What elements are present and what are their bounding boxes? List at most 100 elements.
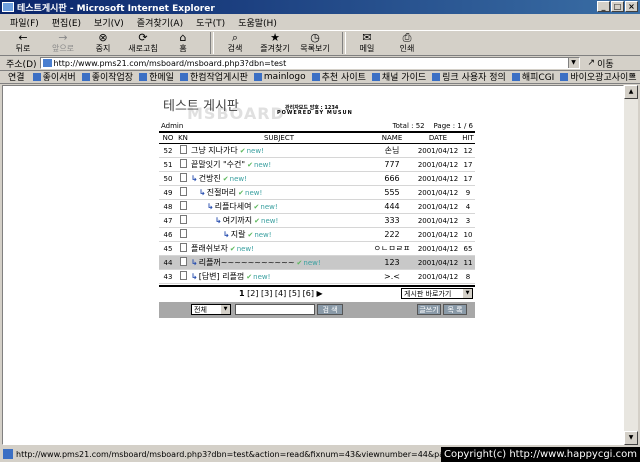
new-badge: ✔new! — [238, 188, 263, 197]
post-author[interactable]: 222 — [369, 230, 415, 239]
post-title[interactable]: 진절머리 — [207, 187, 236, 198]
post-author[interactable]: 123 — [369, 258, 415, 267]
link-page-icon — [560, 72, 569, 81]
menu-tools[interactable]: 도구(T) — [196, 16, 225, 29]
link-item[interactable]: 한컴작업게시판 — [179, 70, 248, 83]
table-row[interactable]: 43 ↳ [답변] 리플껌 ✔new! >.< 2001/04/12 8 — [159, 270, 475, 284]
menu-view[interactable]: 보기(V) — [94, 16, 124, 29]
post-subject[interactable]: 그냥 지나가다 ✔new! — [189, 145, 369, 156]
link-item[interactable]: 한메일 — [139, 70, 174, 83]
post-date: 2001/04/12 — [417, 230, 459, 239]
write-button[interactable]: 글쓰기 — [417, 304, 441, 315]
post-subject[interactable]: 끝말잇기 "수건" ✔new! — [189, 159, 369, 170]
link-item[interactable]: 좋이작업장 — [81, 70, 133, 83]
table-row[interactable]: 52 그냥 지나가다 ✔new! 손님 2001/04/12 12 — [159, 144, 475, 158]
post-author[interactable]: 777 — [369, 160, 415, 169]
address-value[interactable]: http://www.pms21.com/msboard/msboard.php… — [54, 59, 568, 68]
menu-edit[interactable]: 편집(E) — [52, 16, 81, 29]
post-subject[interactable]: ↳ 여기까지 ✔new! — [189, 215, 369, 226]
link-item[interactable]: 좋이서버 — [32, 70, 76, 83]
table-row[interactable]: 47 ↳ 여기까지 ✔new! 333 2001/04/12 3 — [159, 214, 475, 228]
table-row[interactable]: 48 ↳ 리플다세여 ✔new! 444 2001/04/12 4 — [159, 200, 475, 214]
table-row[interactable]: 51 끝말잇기 "수건" ✔new! 777 2001/04/12 17 — [159, 158, 475, 172]
post-author[interactable]: 333 — [369, 216, 415, 225]
post-author[interactable]: 666 — [369, 174, 415, 183]
link-page-icon — [32, 72, 41, 81]
link-item[interactable]: 해피CGI — [511, 70, 554, 83]
post-date: 2001/04/12 — [417, 188, 459, 197]
link-item[interactable]: 추천 사이트 — [311, 70, 366, 83]
post-title[interactable]: 그냥 지나가다 — [191, 145, 238, 156]
go-button[interactable]: ↗ 이동 — [588, 57, 614, 70]
vertical-scrollbar[interactable]: ▲ ▼ — [624, 85, 638, 445]
post-author[interactable]: 손님 — [369, 145, 415, 156]
search-field-select[interactable]: 전체 ▼ — [191, 304, 231, 315]
link-item[interactable]: 링크 사용자 정의 — [432, 70, 506, 83]
post-title[interactable]: 플래쉬보자 — [191, 243, 228, 254]
page-links[interactable]: [2] [3] [4] [5] [6] — [247, 289, 314, 298]
list-button[interactable]: 목 록 — [443, 304, 467, 315]
copyright-banner: Copyright(c) http://www.happycgi.com — [440, 447, 640, 462]
total-count: Total : 52 Page : 1 / 6 — [392, 122, 473, 130]
new-icon: ✔ — [296, 258, 303, 267]
post-title[interactable]: [답변] 리플껌 — [199, 271, 245, 282]
search-submit-button[interactable]: 검 색 — [317, 304, 343, 315]
minimize-button[interactable]: _ — [597, 1, 610, 12]
table-row[interactable]: 45 플래쉬보자 ✔new! ㅇㄴㅁㄹㅍ 2001/04/12 65 — [159, 242, 475, 256]
stop-button[interactable]: ⊗ 중지 — [86, 32, 120, 54]
address-dropdown-button[interactable]: ▼ — [567, 58, 579, 68]
table-row[interactable]: 49 ↳ 진절머리 ✔new! 555 2001/04/12 9 — [159, 186, 475, 200]
post-subject[interactable]: ↳ 진절머리 ✔new! — [189, 187, 369, 198]
mail-button[interactable]: ✉ 메일 — [350, 32, 384, 54]
board-logo: MSBOARD 테스트 게시판 관리자모드 암호 : 1234 POWERED … — [159, 94, 475, 123]
go-arrow-icon: ↗ — [587, 58, 596, 68]
post-subject[interactable]: ↳ 리플꺼~~~~~~~~~~~ ✔new! — [189, 257, 369, 268]
menu-help[interactable]: 도움말(H) — [238, 16, 277, 29]
print-button[interactable]: ⎙ 인쇄 — [390, 32, 424, 54]
link-item[interactable]: mainlogo — [253, 72, 306, 82]
menu-file[interactable]: 파일(F) — [10, 16, 39, 29]
post-author[interactable]: ㅇㄴㅁㄹㅍ — [369, 243, 415, 254]
post-date: 2001/04/12 — [417, 146, 459, 155]
back-button[interactable]: ← 뒤로 — [6, 32, 40, 54]
post-author[interactable]: >.< — [369, 272, 415, 281]
search-input[interactable] — [235, 304, 315, 315]
home-button[interactable]: ⌂ 홈 — [166, 32, 200, 54]
new-icon: ✔ — [239, 146, 246, 155]
post-subject[interactable]: ↳ 건방진 ✔new! — [189, 173, 369, 184]
post-title[interactable]: 지랄 — [231, 229, 246, 240]
menu-favorites[interactable]: 즐겨찾기(A) — [137, 16, 183, 29]
post-subject[interactable]: ↳ 지랄 ✔new! — [189, 229, 369, 240]
table-row[interactable]: 46 ↳ 지랄 ✔new! 222 2001/04/12 10 — [159, 228, 475, 242]
search-button[interactable]: ⌕ 검색 — [218, 32, 252, 54]
post-title[interactable]: 끝말잇기 "수건" — [191, 159, 245, 170]
scroll-up-button[interactable]: ▲ — [624, 85, 638, 99]
history-button[interactable]: ◷ 목록보기 — [298, 32, 332, 54]
post-author[interactable]: 555 — [369, 188, 415, 197]
close-button[interactable]: × — [625, 1, 638, 12]
post-title[interactable]: 리플다세여 — [215, 201, 252, 212]
link-item[interactable]: 채널 가이드 — [371, 70, 426, 83]
post-subject[interactable]: 플래쉬보자 ✔new! — [189, 243, 369, 254]
board-jump-select[interactable]: 게시판 바로가기 ▼ — [401, 288, 473, 299]
link-page-icon — [179, 72, 188, 81]
link-item[interactable]: 바이오광고사이트 — [560, 70, 637, 83]
scroll-down-button[interactable]: ▼ — [624, 431, 638, 445]
post-title[interactable]: 리플꺼~~~~~~~~~~~ — [199, 257, 295, 268]
post-title[interactable]: 건방진 — [199, 173, 221, 184]
refresh-button[interactable]: ⟳ 새로고침 — [126, 32, 160, 54]
post-title[interactable]: 여기까지 — [223, 215, 252, 226]
document-icon — [179, 201, 187, 210]
favorites-button[interactable]: ★ 즐겨찾기 — [258, 32, 292, 54]
post-subject[interactable]: ↳ [답변] 리플껌 ✔new! — [189, 271, 369, 282]
maximize-button[interactable]: □ — [611, 1, 624, 12]
links-more-button[interactable]: » — [630, 71, 636, 81]
next-page-icon[interactable]: ▶ — [317, 289, 323, 298]
address-input[interactable]: http://www.pms21.com/msboard/msboard.php… — [39, 57, 580, 69]
forward-button[interactable]: → 앞으로 — [46, 32, 80, 54]
table-row[interactable]: 50 ↳ 건방진 ✔new! 666 2001/04/12 17 — [159, 172, 475, 186]
post-subject[interactable]: ↳ 리플다세여 ✔new! — [189, 201, 369, 212]
post-author[interactable]: 444 — [369, 202, 415, 211]
admin-link[interactable]: Admin — [161, 122, 183, 130]
table-row[interactable]: 44 ↳ 리플꺼~~~~~~~~~~~ ✔new! 123 2001/04/12 11 — [159, 256, 475, 270]
